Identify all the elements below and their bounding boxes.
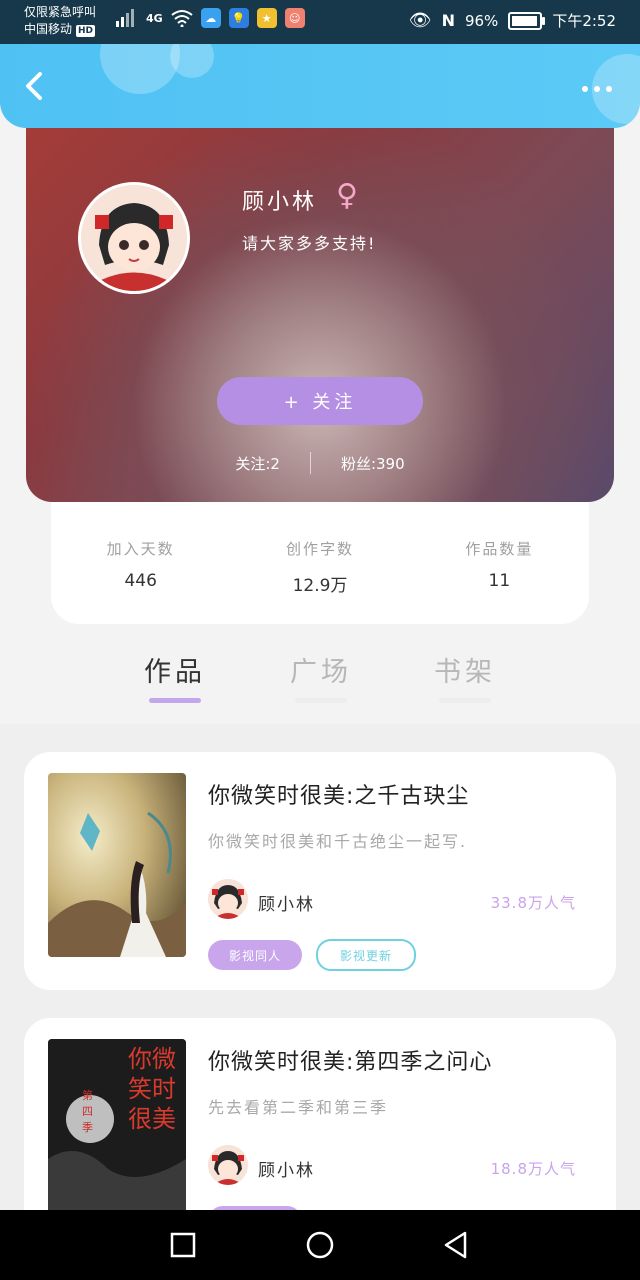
work-popularity: 33.8万人气 [490, 894, 576, 912]
fans-count[interactable]: 粉丝:390 [341, 453, 405, 474]
tab-bookshelf[interactable]: 书架 [420, 650, 510, 689]
carrier-row: 中国移动 HD [24, 21, 96, 38]
back-triangle-icon[interactable] [441, 1230, 471, 1260]
stat-label: 加入天数 [106, 540, 175, 558]
follow-button[interactable]: + 关注 [217, 377, 423, 425]
stat-word-count: 创作字数 12.9万 [230, 502, 409, 624]
tab-bookshelf-indicator [439, 698, 491, 703]
work-card[interactable]: 你微笑时很美:之千古玦尘 你微笑时很美和千古绝尘一起写. 顾小林 33.8万人气… [24, 752, 616, 990]
wifi-icon [171, 10, 193, 27]
game-app-icon: ★ [256, 8, 277, 28]
back-chevron-icon[interactable] [20, 66, 50, 106]
tab-works[interactable]: 作品 [130, 650, 220, 689]
battery-icon [508, 11, 546, 30]
work-description: 先去看第二季和第三季 [208, 1098, 389, 1117]
top-app-bar [0, 44, 640, 128]
stat-value: 446 [124, 571, 157, 591]
cover-season-3: 季 [82, 1121, 93, 1134]
network-type-label: 4G [146, 11, 163, 25]
profile-avatar[interactable] [78, 182, 190, 294]
cover-title-col-2: 笑时 [128, 1075, 176, 1103]
profile-card: 顾小林 ♀ 请大家多多支持! + 关注 关注:2 粉丝:390 [26, 112, 614, 502]
clock: 下午2:52 [552, 12, 616, 30]
tab-works-indicator [149, 698, 201, 703]
author-avatar [208, 1145, 248, 1185]
emergency-call-text: 仅限紧急呼叫 [24, 5, 97, 19]
stat-works-count: 作品数量 11 [410, 502, 589, 624]
work-description: 你微笑时很美和千古绝尘一起写. [208, 832, 468, 851]
recents-square-icon[interactable] [168, 1230, 198, 1260]
stat-label: 创作字数 [285, 540, 354, 558]
tab-bar: 作品 广场 书架 [0, 624, 640, 724]
profile-name: 顾小林 [242, 190, 318, 215]
book-cover[interactable] [48, 773, 186, 957]
eye-comfort-icon: 👁 [408, 10, 432, 31]
author-stats: 加入天数 446 创作字数 12.9万 作品数量 11 [51, 502, 589, 624]
tab-plaza[interactable]: 广场 [276, 650, 366, 689]
work-popularity: 18.8万人气 [490, 1160, 576, 1178]
stat-value: 12.9万 [292, 576, 348, 596]
avatar-app-icon: ☺ [284, 8, 305, 28]
signal-icon [116, 9, 134, 27]
bulb-app-icon: 💡 [228, 8, 249, 28]
cloud-app-icon: ☁ [200, 8, 221, 28]
work-tag-update[interactable]: 影视更新 [316, 939, 416, 971]
more-dots-icon[interactable] [582, 86, 612, 92]
work-title[interactable]: 你微笑时很美:之千古玦尘 [208, 778, 469, 810]
battery-percent: 96% [464, 11, 499, 30]
cover-title-col-1: 你微 [128, 1045, 176, 1073]
stat-join-days: 加入天数 446 [51, 502, 230, 624]
cover-season-1: 第 [82, 1089, 93, 1102]
follow-counts: 关注:2 粉丝:390 [26, 452, 614, 474]
cover-title-col-3: 很美 [128, 1105, 176, 1133]
nfc-icon: N [441, 11, 455, 30]
stat-value: 11 [488, 571, 511, 591]
works-list: 你微笑时很美:之千古玦尘 你微笑时很美和千古绝尘一起写. 顾小林 33.8万人气… [0, 724, 640, 1256]
female-gender-icon: ♀ [336, 178, 358, 213]
cover-season-2: 四 [82, 1105, 93, 1118]
status-carrier-block: 仅限紧急呼叫 中国移动 HD [24, 4, 96, 38]
work-title[interactable]: 你微笑时很美:第四季之问心 [208, 1044, 492, 1076]
counts-divider [309, 452, 311, 474]
hd-badge: HD [76, 25, 96, 37]
status-right: 👁 N 96% 下午2:52 [409, 10, 616, 31]
following-count[interactable]: 关注:2 [235, 453, 280, 474]
carrier-name: 中国移动 [24, 22, 73, 36]
system-nav-bar [0, 1210, 640, 1280]
book-cover[interactable]: 你微 笑时 很美 第 四 季 [48, 1039, 186, 1223]
notification-icons: 4G ☁ 💡 ★ ☺ [116, 8, 305, 28]
author-avatar [208, 879, 248, 919]
work-author: 顾小林 [258, 895, 315, 915]
status-bar: 仅限紧急呼叫 中国移动 HD 4G ☁ 💡 ★ ☺ 👁 N 96% 下午2:52 [0, 0, 640, 44]
profile-bio: 请大家多多支持! [242, 234, 377, 253]
stat-label: 作品数量 [465, 540, 534, 558]
work-tag-fanfic[interactable]: 影视同人 [208, 940, 302, 970]
tab-plaza-indicator [295, 698, 347, 703]
work-author: 顾小林 [258, 1161, 315, 1181]
home-circle-icon[interactable] [305, 1230, 335, 1260]
